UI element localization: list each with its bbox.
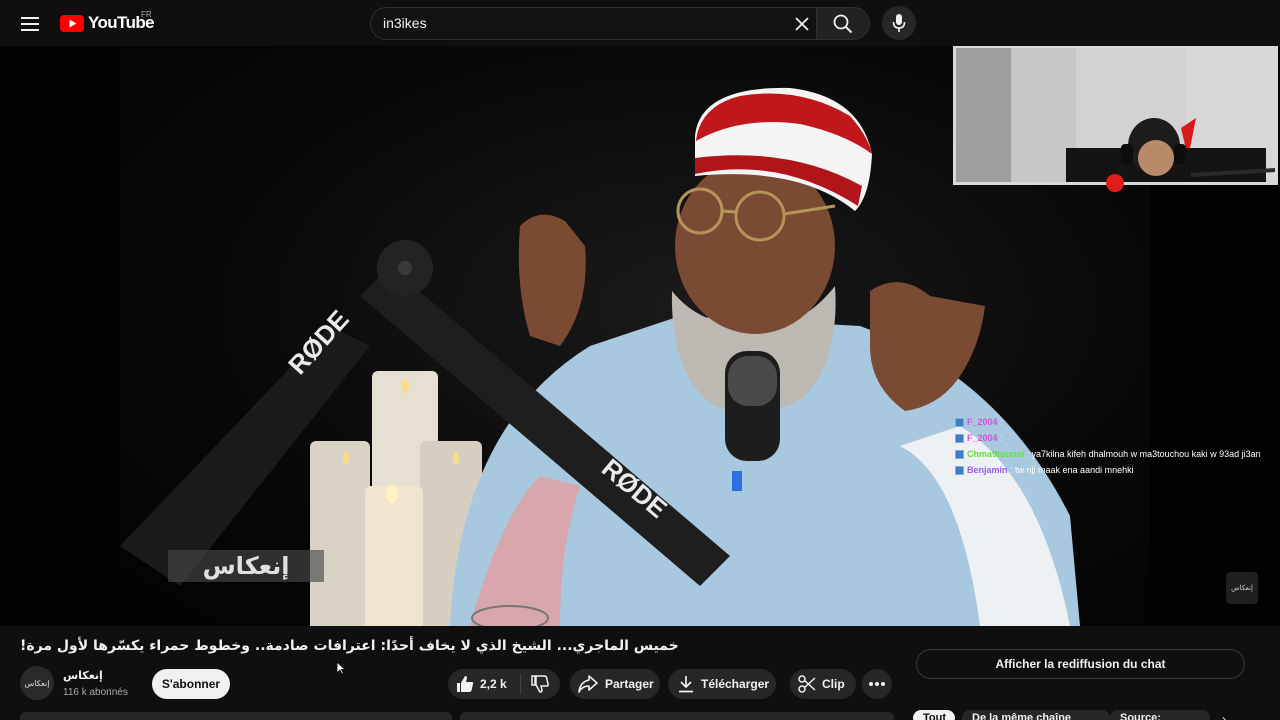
chat-username: F_2004	[967, 433, 998, 443]
channel-watermark: إنعكاس	[168, 550, 324, 582]
chat-username: F_2004	[967, 417, 998, 427]
share-button[interactable]: Partager	[570, 669, 660, 699]
chat-badge-icon	[955, 450, 964, 460]
subscribe-button[interactable]: S'abonner	[152, 669, 230, 699]
thumbs-down-icon	[531, 675, 549, 693]
like-count: 2,2 k	[480, 677, 507, 691]
filter-chip-source[interactable]: Source: In3ikes	[1110, 710, 1210, 720]
chat-message: Benjamin : tw nji maak ena aandi mnehki	[953, 462, 1275, 478]
live-indicator-dot	[1106, 174, 1124, 192]
chevron-right-icon[interactable]: ›	[1222, 712, 1226, 720]
chat-text: ya7kilna kifeh dhalmouh w ma3touchou kak…	[1031, 449, 1261, 459]
video-player[interactable]: RØDE RØDE إنعكاس إنعكاس F_2004 : F_2004 …	[0, 46, 1280, 626]
microphone-icon	[892, 14, 906, 32]
voice-search-button[interactable]	[882, 6, 916, 40]
channel-name[interactable]: إنعكاس	[63, 669, 103, 682]
youtube-logo[interactable]: YouTube	[60, 13, 155, 33]
search-input[interactable]	[383, 15, 783, 31]
filter-chip-all[interactable]: Tout	[913, 710, 955, 720]
subscriber-count: 116 k abonnés	[63, 687, 128, 698]
show-chat-replay-button[interactable]: Afficher la rediffusion du chat	[916, 649, 1245, 679]
region-code: FR	[141, 10, 152, 19]
filter-chip-same-channel[interactable]: De la même chaîne	[962, 710, 1110, 720]
streamer-webcam-overlay	[953, 46, 1278, 185]
stream-chat-overlay: F_2004 : F_2004 : Chma9tounsi : ya7kilna…	[953, 414, 1275, 478]
download-icon	[679, 676, 693, 693]
clip-label: Clip	[822, 677, 845, 691]
chat-message: Chma9tounsi : ya7kilna kifeh dhalmouh w …	[953, 446, 1275, 462]
channel-corner-logo[interactable]: إنعكاس	[1226, 572, 1258, 604]
more-actions-button[interactable]	[862, 669, 892, 699]
share-label: Partager	[605, 677, 654, 691]
video-title: !خميس الماجري... الشيخ الذي لا يخاف أحدً…	[20, 638, 679, 654]
chat-badge-icon	[955, 418, 964, 428]
chat-badge-icon	[955, 466, 964, 476]
dislike-button[interactable]	[521, 669, 559, 699]
scissors-icon	[798, 675, 816, 693]
more-horizontal-icon	[869, 682, 885, 686]
like-button[interactable]: 2,2 k	[448, 669, 520, 699]
chat-message: F_2004 :	[953, 414, 1275, 430]
chat-username: Chma9tounsi	[967, 449, 1025, 459]
description-box[interactable]	[20, 712, 452, 720]
clear-search-icon[interactable]	[790, 12, 814, 36]
menu-icon[interactable]	[14, 8, 46, 40]
comment-box[interactable]	[460, 712, 894, 720]
mouse-cursor-icon	[336, 661, 346, 675]
webcam-image	[956, 48, 1275, 182]
chat-text: tw nji maak ena aandi mnehki	[1015, 465, 1134, 475]
clip-button[interactable]: Clip	[790, 669, 856, 699]
search-button[interactable]	[816, 7, 870, 40]
top-bar: YouTube FR	[0, 0, 1280, 46]
like-dislike-group: 2,2 k	[448, 669, 560, 699]
search-box	[370, 7, 816, 40]
download-button[interactable]: Télécharger	[668, 669, 776, 699]
channel-avatar[interactable]: إنعكاس	[20, 666, 54, 700]
chat-message: F_2004 :	[953, 430, 1275, 446]
chat-badge-icon	[955, 434, 964, 444]
share-icon	[578, 675, 598, 693]
download-label: Télécharger	[701, 677, 770, 691]
thumbs-up-icon	[457, 676, 474, 692]
search-icon	[833, 14, 853, 33]
youtube-play-icon	[60, 14, 84, 32]
chat-username: Benjamin	[967, 465, 1008, 475]
